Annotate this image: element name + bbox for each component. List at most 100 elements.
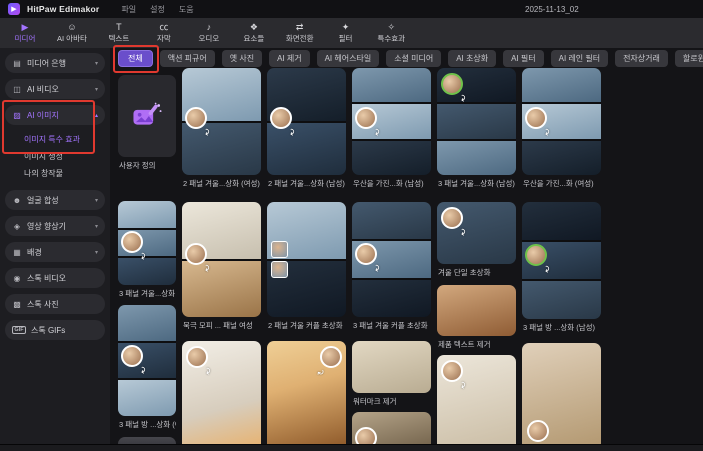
toolbar-item-audio[interactable]: ♪오디오 xyxy=(196,22,222,44)
thumbnail-panel xyxy=(267,123,346,176)
sidebar-item-label: 얼굴 합성 xyxy=(27,195,90,206)
filter-tab-old-photo[interactable]: 옛 사진 xyxy=(222,50,262,67)
toolbar-item-label: 미디어 xyxy=(15,33,36,44)
toolbar-item-filter[interactable]: ✦필터 xyxy=(332,22,358,44)
avatar-inset xyxy=(441,73,463,95)
sidebar-item-label: 스톡 GIFs xyxy=(31,325,98,336)
template-card-label: 3 패널 방 ...상화 (여성) xyxy=(118,416,176,432)
sidebar-item-stock-video[interactable]: ◉스톡 비디오 xyxy=(5,268,105,288)
thumbnail-panel xyxy=(437,104,516,138)
template-card-product-text-remove[interactable] xyxy=(437,285,516,336)
sidebar: ▤미디어 은행▾◫AI 비디오▾▨AI 이미지▴이미지 특수 효과이미지 생성나… xyxy=(0,48,110,444)
template-card-3panel-winter-female[interactable] xyxy=(118,201,176,285)
template-card-shark-cat[interactable] xyxy=(182,341,261,444)
app-logo-icon: ▶ xyxy=(8,3,20,15)
template-card-label: 겨울 단일 초상화 xyxy=(437,264,516,280)
sidebar-item-ai-image[interactable]: ▨AI 이미지▴ xyxy=(5,105,105,125)
avatar-inset xyxy=(527,420,549,442)
template-card-3panel-room-female[interactable] xyxy=(118,305,176,416)
template-card-painting-portrait[interactable] xyxy=(352,412,431,444)
title-bar: ▶ HitPaw Edimakor 파일설정도움 2025-11-13_02 xyxy=(0,0,703,18)
template-card-2panel-winter-male[interactable] xyxy=(267,68,346,175)
sidebar-item-label: 미디어 은행 xyxy=(27,58,90,69)
grid-column-1: 사용자 정의3 패널 겨울...상화 (여성)3 패널 방 ...상화 (여성) xyxy=(118,68,176,444)
toolbar-item-text[interactable]: T텍스트 xyxy=(106,22,132,44)
sidebar-subitem-image-fx[interactable]: 이미지 특수 효과 xyxy=(0,131,110,148)
sidebar-subitem-image-gen[interactable]: 이미지 생성 xyxy=(0,148,110,165)
template-card-2panel-winter-couple[interactable] xyxy=(267,202,346,317)
filter-tab-ai-hairstyle[interactable]: AI 헤어스타일 xyxy=(317,50,380,67)
thumbnail-panel xyxy=(352,341,431,393)
toolbar-item-ai-avatar[interactable]: ☺AI 아바타 xyxy=(57,22,87,44)
caption-icon: ㏄ xyxy=(159,22,168,32)
thumbnail-panel xyxy=(182,261,261,318)
template-card-winter-single-portrait[interactable] xyxy=(437,202,516,264)
template-card-label: 우산을 가진...화 (여성) xyxy=(522,175,601,191)
stock-gif-icon: GIF xyxy=(12,326,26,334)
chevron-down-icon: ▾ xyxy=(95,60,98,67)
avatar-inset xyxy=(355,427,377,444)
thumbnail-panel xyxy=(522,281,601,319)
toolbar-item-label: 요소들 xyxy=(244,33,265,44)
toolbar-item-label: 필터 xyxy=(339,33,353,44)
toolbar-item-effects[interactable]: ✧특수효과 xyxy=(377,22,405,44)
sidebar-item-video-enhancer[interactable]: ◈영상 향상기▾ xyxy=(5,216,105,236)
sidebar-item-face-swap[interactable]: ☻얼굴 합성▾ xyxy=(5,190,105,210)
filter-tab-halloween[interactable]: 할로윈 xyxy=(675,50,703,67)
template-card-chibi-figure[interactable] xyxy=(437,355,516,444)
template-card-matryoshka-cats[interactable] xyxy=(267,341,346,444)
effects-icon: ✧ xyxy=(388,22,396,32)
toolbar-item-label: 텍스트 xyxy=(109,33,130,44)
template-card-3panel-room-male[interactable] xyxy=(522,202,601,319)
template-card-umbrella-female[interactable] xyxy=(522,68,601,175)
toolbar-item-transition[interactable]: ⇄화면전환 xyxy=(286,22,314,44)
template-card-2panel-winter-female[interactable] xyxy=(182,68,261,175)
sidebar-item-media-bank[interactable]: ▤미디어 은행▾ xyxy=(5,53,105,73)
toolbar-item-label: 오디오 xyxy=(199,33,220,44)
template-card-arctic-fur-female[interactable] xyxy=(182,202,261,317)
template-card-3panel-winter-couple[interactable] xyxy=(352,202,431,317)
template-card-3panel-winter-male[interactable] xyxy=(437,68,516,175)
thumbnail-panel xyxy=(352,280,431,317)
sidebar-subitem-my-creations[interactable]: 나의 창작물 xyxy=(0,165,110,182)
toolbar-item-label: 자막 xyxy=(157,33,171,44)
sidebar-item-background[interactable]: ▦배경▾ xyxy=(5,242,105,262)
toolbar-item-media[interactable]: ▶미디어 xyxy=(12,22,38,44)
sidebar-item-label: 배경 xyxy=(27,247,90,258)
toolbar-item-label: 화면전환 xyxy=(286,33,314,44)
sidebar-item-ai-video[interactable]: ◫AI 비디오▾ xyxy=(5,79,105,99)
filter-tab-ecommerce[interactable]: 전자상거래 xyxy=(615,50,668,67)
menu-help[interactable]: 도움 xyxy=(179,4,194,15)
filter-icon: ✦ xyxy=(342,22,350,32)
chevron-up-icon: ▴ xyxy=(95,112,98,119)
filter-tab-ai-rain-filter[interactable]: AI 레인 필터 xyxy=(551,50,608,67)
sidebar-submenu: 이미지 특수 효과이미지 생성나의 창작물 xyxy=(0,131,110,182)
sidebar-item-stock-gifs[interactable]: GIF 스톡 GIFs xyxy=(5,320,105,340)
toolbar-item-elements[interactable]: ❖요소들 xyxy=(241,22,267,44)
filter-tab-ai-filter[interactable]: AI 필터 xyxy=(503,50,544,67)
template-card-label: 북극 모피 ... 패널 여성 xyxy=(182,317,261,333)
template-card-custom[interactable] xyxy=(118,75,176,157)
template-card-watermark-remove[interactable] xyxy=(352,341,431,393)
template-card-label: 우산을 가진...화 (남성) xyxy=(352,175,431,191)
sidebar-item-stock-photo[interactable]: ▩스톡 사진 xyxy=(5,294,105,314)
thumbnail-panel xyxy=(522,141,601,175)
filter-tab-ai-portrait[interactable]: AI 초상화 xyxy=(448,50,496,67)
transition-icon: ⇄ xyxy=(296,22,304,32)
chevron-down-icon: ▾ xyxy=(95,86,98,93)
toolbar-item-subtitle[interactable]: ㏄자막 xyxy=(151,22,177,44)
face-icon: ☻ xyxy=(12,196,22,205)
menu-file[interactable]: 파일 xyxy=(121,4,136,15)
template-card-woman-tank-top[interactable] xyxy=(522,343,601,444)
template-card-umbrella-male[interactable] xyxy=(352,68,431,175)
menu-settings[interactable]: 설정 xyxy=(150,4,165,15)
thumbnail-panel xyxy=(118,201,176,228)
filter-tab-ai-remove[interactable]: AI 제거 xyxy=(269,50,310,67)
avatar-inset xyxy=(186,346,208,368)
filter-tab-action-figure[interactable]: 액션 피규어 xyxy=(160,50,215,67)
toolbar-item-label: AI 아바타 xyxy=(57,33,87,44)
filter-tab-social-media[interactable]: 소셜 미디어 xyxy=(386,50,441,67)
template-card-partial-next[interactable] xyxy=(118,437,176,444)
camera-icon: ◫ xyxy=(12,85,22,94)
filter-tab-all[interactable]: 전체 xyxy=(118,50,153,67)
